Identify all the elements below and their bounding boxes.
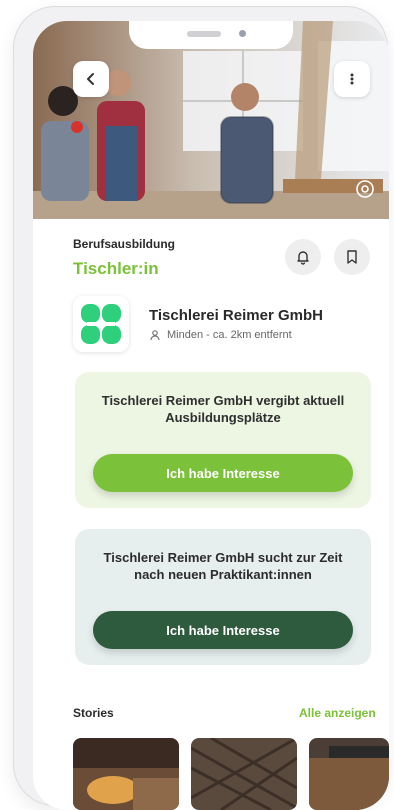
front-camera [239,30,246,37]
more-vertical-icon [350,73,354,85]
story-thumbnail[interactable] [191,738,297,810]
company-name[interactable]: Tischlerei Reimer GmbH [149,307,323,324]
internship-card: Tischlerei Reimer GmbH sucht zur Zeit na… [75,529,371,665]
apprenticeship-text: Tischlerei Reimer GmbH vergibt aktuell A… [101,393,345,425]
location-text: Minden - ca. 2km entfernt [167,329,292,341]
story-thumbnail[interactable] [73,738,179,810]
person-pin-icon [150,330,160,341]
company-logo[interactable] [73,296,129,352]
interest-internship-button[interactable]: Ich habe Interesse [93,611,353,649]
more-options-button[interactable] [334,61,370,97]
stories-heading: Stories [73,706,114,720]
show-all-link[interactable]: Alle anzeigen [299,706,376,720]
hero-image [33,21,389,219]
job-category: Berufsausbildung [73,237,176,251]
bell-icon [297,251,309,265]
company-location: Minden - ca. 2km entfernt [149,329,292,341]
apprenticeship-card: Tischlerei Reimer GmbH vergibt aktuell A… [75,372,371,508]
device-notch [129,21,293,49]
notify-button[interactable] [285,239,321,275]
chevron-left-icon [87,73,94,85]
speaker [187,31,221,37]
job-title: Tischler:in [73,259,159,278]
internship-text: Tischlerei Reimer GmbH sucht zur Zeit na… [103,550,343,582]
company-logo-mark [81,304,121,344]
story-thumbnail[interactable] [309,738,389,810]
bookmark-button[interactable] [334,239,370,275]
camera-icon[interactable] [355,179,375,199]
bookmark-icon [347,250,357,264]
phone-frame: Berufsausbildung Tischler:in Tischlerei … [13,6,389,810]
interest-apprenticeship-button[interactable]: Ich habe Interesse [93,454,353,492]
app-screen: Berufsausbildung Tischler:in Tischlerei … [33,21,389,810]
back-button[interactable] [73,61,109,97]
